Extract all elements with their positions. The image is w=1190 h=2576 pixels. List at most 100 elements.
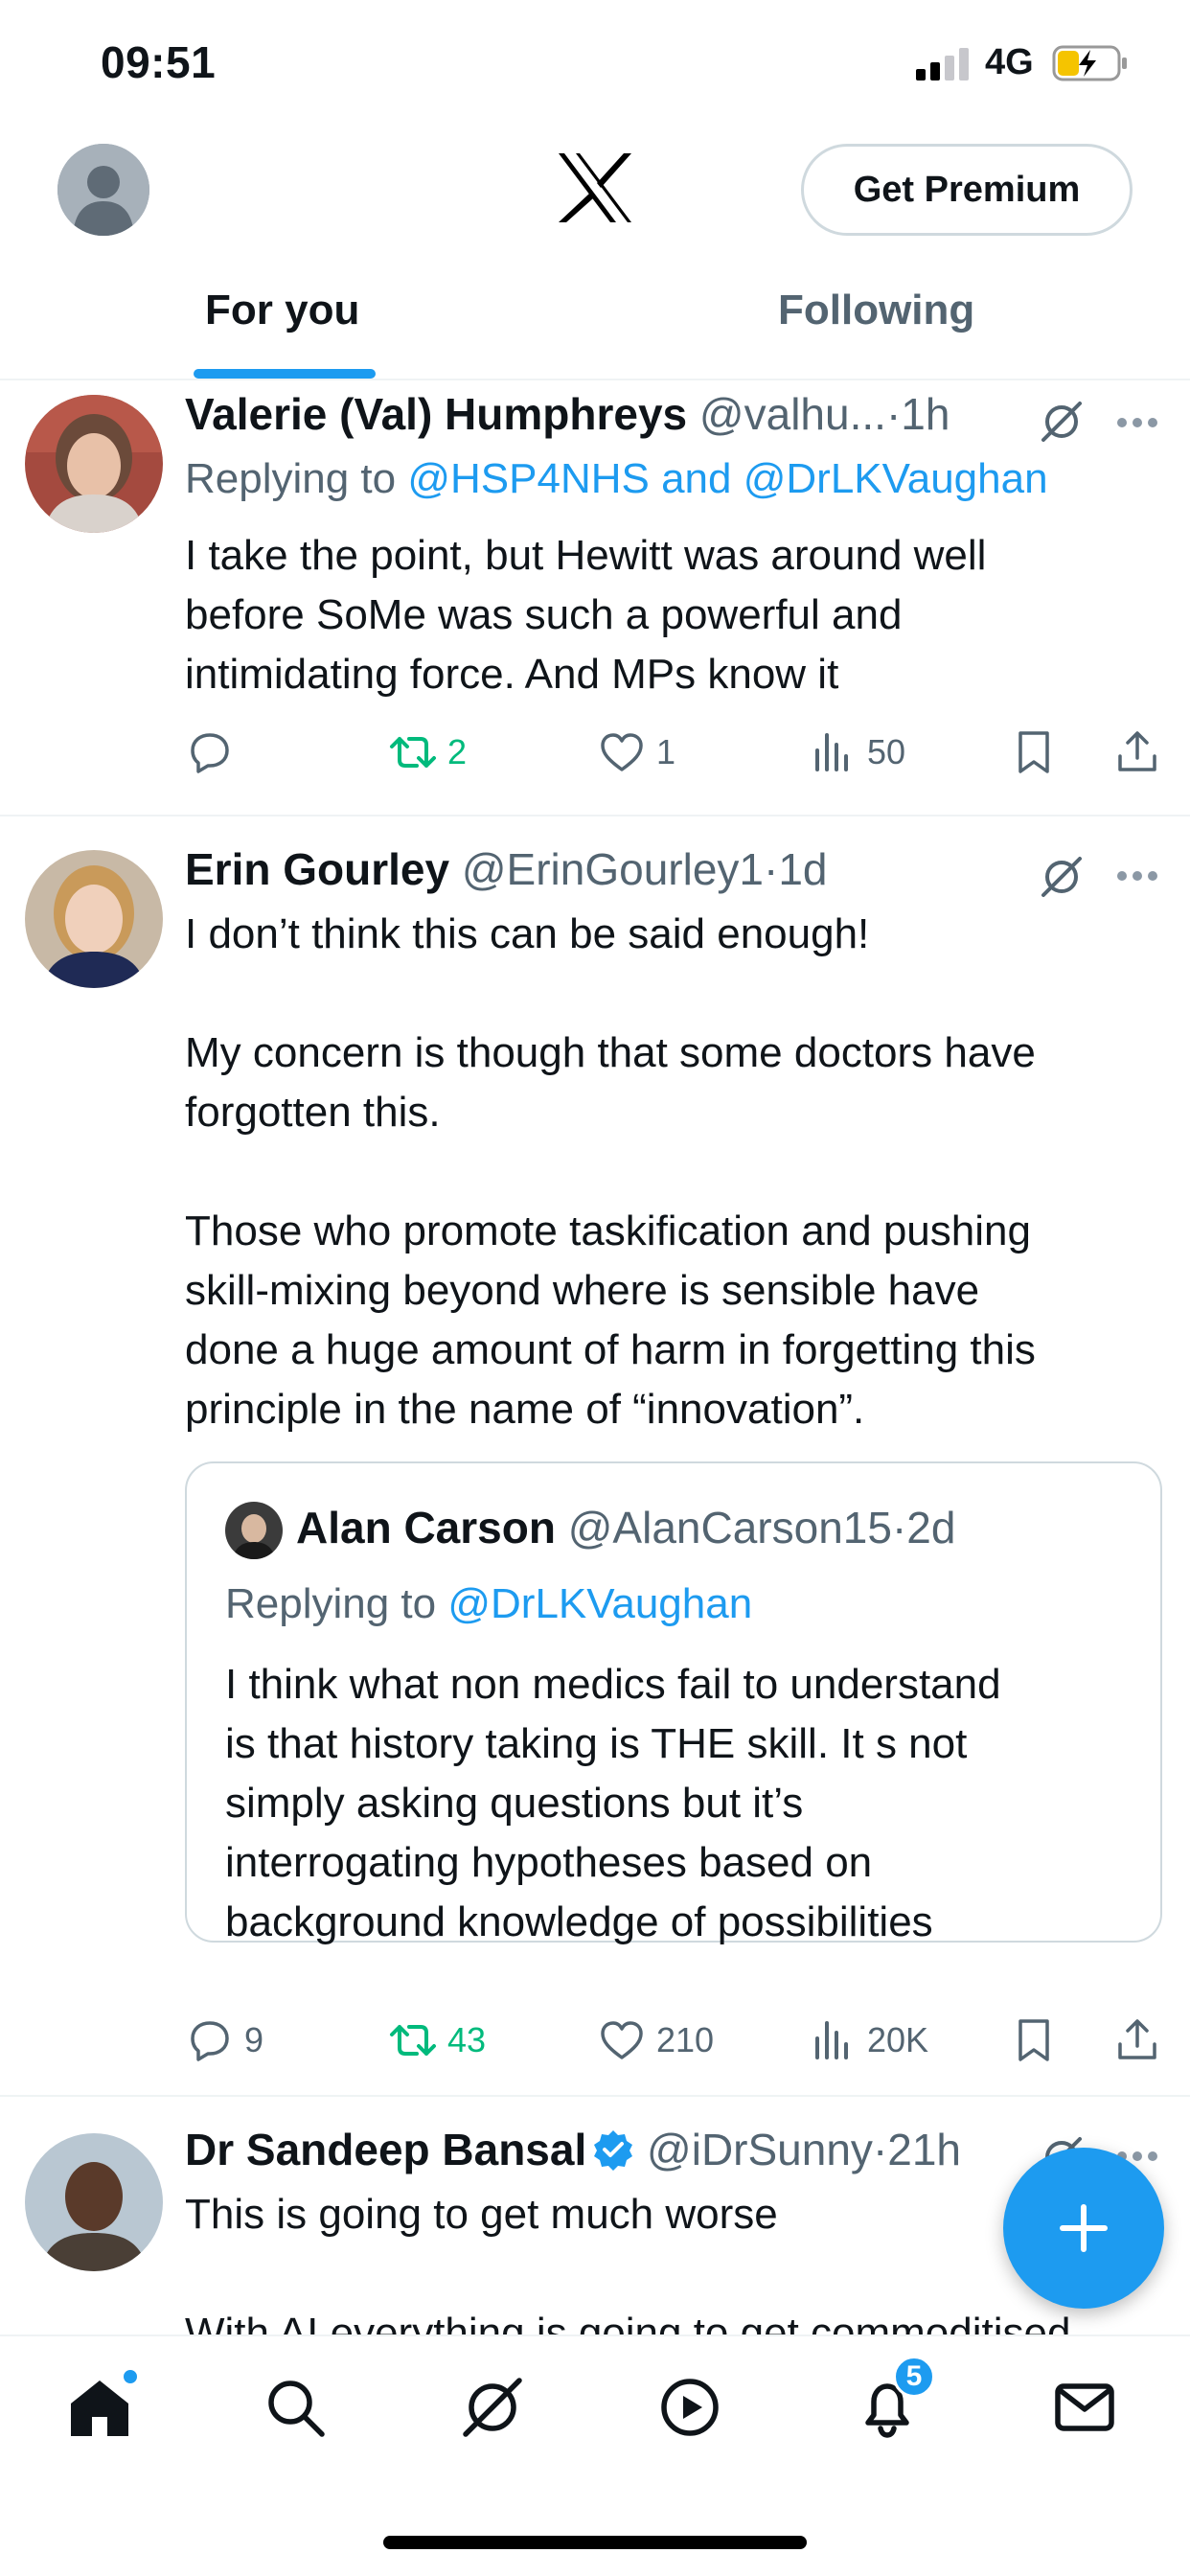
author-name[interactable]: Valerie (Val) Humphreys	[185, 389, 687, 439]
replying-to: Replying to @HSP4NHS and @DrLKVaughan	[185, 455, 1048, 503]
author-handle[interactable]: @valhu...	[699, 389, 886, 439]
views-count: 20K	[867, 2020, 929, 2059]
search-icon	[268, 2380, 325, 2437]
nav-messages[interactable]	[1050, 2373, 1127, 2450]
timeline-tabs: For you Following	[0, 273, 1190, 380]
avatar[interactable]	[25, 850, 163, 988]
avatar[interactable]	[225, 1502, 283, 1559]
quote-author-handle[interactable]: @AlanCarson15	[568, 1503, 892, 1552]
repost-button[interactable]: 43	[388, 2012, 486, 2069]
views-button[interactable]: 50	[808, 724, 905, 781]
repost-count: 2	[447, 732, 468, 771]
active-tab-indicator	[194, 369, 376, 379]
like-count: 1	[656, 732, 676, 771]
replying-to-handles[interactable]: @HSP4NHS and @DrLKVaughan	[407, 455, 1047, 502]
nav-notifications[interactable]: 5	[853, 2356, 935, 2450]
play-icon	[661, 2379, 719, 2436]
views-icon	[815, 2021, 848, 2059]
grok-icon[interactable]	[1038, 853, 1086, 901]
share-icon	[1118, 2019, 1156, 2059]
replying-to-label: Replying to	[185, 455, 408, 502]
author-handle[interactable]: @ErinGourley1	[462, 844, 764, 894]
quote-author-name[interactable]: Alan Carson	[296, 1503, 556, 1552]
like-button[interactable]: 210	[597, 2012, 714, 2069]
status-bar: 09:51 4G	[0, 0, 1190, 129]
nav-grok[interactable]	[458, 2373, 535, 2450]
heart-icon	[601, 2021, 643, 2059]
signal-icon	[916, 48, 969, 80]
quote-text: I think what non medics fail to understa…	[225, 1661, 1001, 1945]
separator: ·	[885, 389, 902, 439]
separator: ·	[891, 1503, 907, 1552]
plus-icon	[1060, 2204, 1108, 2252]
share-button[interactable]	[1112, 2012, 1162, 2069]
separator: ·	[872, 2125, 888, 2174]
repost-button[interactable]: 2	[388, 724, 467, 781]
replying-to: Replying to @DrLKVaughan	[225, 1580, 752, 1628]
get-premium-button[interactable]: Get Premium	[801, 144, 1133, 236]
tweet-time: 1h	[901, 389, 950, 439]
nav-videos[interactable]	[655, 2373, 732, 2450]
avatar[interactable]	[25, 395, 163, 533]
like-count: 210	[656, 2020, 715, 2059]
heart-icon	[601, 733, 643, 771]
like-button[interactable]: 1	[597, 724, 675, 781]
x-logo-icon	[559, 153, 631, 222]
grok-icon	[463, 2378, 522, 2437]
compose-tweet-button[interactable]	[1003, 2148, 1164, 2309]
tweet[interactable]: Valerie (Val) Humphreys @valhu...·1h Rep…	[0, 380, 1190, 816]
views-count: 50	[867, 732, 906, 771]
avatar[interactable]	[25, 2133, 163, 2271]
profile-avatar[interactable]	[57, 144, 149, 236]
mail-icon	[1055, 2383, 1114, 2431]
grok-icon[interactable]	[1038, 398, 1086, 446]
views-icon	[815, 733, 848, 771]
bookmark-button[interactable]	[1009, 724, 1059, 781]
tweet-header: Erin Gourley @ErinGourley1·1d	[185, 843, 828, 895]
reply-icon	[191, 2021, 229, 2061]
tab-for-you[interactable]: For you	[205, 287, 359, 334]
nav-search[interactable]	[261, 2373, 337, 2450]
tweet-text: I don’t think this can be said enough! M…	[185, 910, 1036, 1433]
reply-button[interactable]	[185, 724, 244, 781]
reply-count: 9	[244, 2020, 264, 2059]
share-button[interactable]	[1112, 724, 1162, 781]
tweet-header: Valerie (Val) Humphreys @valhu...·1h	[185, 388, 950, 440]
tweet-actions: 2 1 50	[185, 724, 1172, 781]
repost-icon	[390, 737, 436, 768]
views-button[interactable]: 20K	[808, 2012, 928, 2069]
more-options-icon[interactable]	[1116, 417, 1158, 428]
nav-home[interactable]	[65, 2367, 142, 2450]
status-time: 09:51	[101, 37, 217, 87]
replying-to-handles[interactable]: @DrLKVaughan	[447, 1580, 752, 1627]
quote-header: Alan Carson @AlanCarson15·2d	[296, 1502, 955, 1553]
home-indicator	[383, 2536, 807, 2549]
author-name[interactable]: Dr Sandeep Bansal	[185, 2125, 586, 2174]
share-icon	[1118, 731, 1156, 771]
bookmark-button[interactable]	[1009, 2012, 1059, 2069]
repost-icon	[390, 2025, 436, 2056]
home-unread-dot	[121, 2367, 140, 2386]
reply-button[interactable]: 9	[185, 2012, 263, 2069]
quote-time: 2d	[906, 1503, 956, 1552]
author-handle[interactable]: @iDrSunny	[647, 2125, 873, 2174]
bookmark-icon	[1018, 731, 1049, 773]
separator: ·	[764, 844, 779, 894]
bookmark-icon	[1018, 2019, 1049, 2061]
network-type: 4G	[985, 42, 1034, 82]
tweet[interactable]: Erin Gourley @ErinGourley1·1d I don’t th…	[0, 816, 1190, 2097]
tweet-actions: 9 43 210 20K	[185, 2012, 1172, 2069]
repost-count: 43	[447, 2020, 487, 2059]
author-name[interactable]: Erin Gourley	[185, 844, 449, 894]
tweet-time: 1d	[778, 844, 828, 894]
notification-count-badge: 5	[893, 2356, 935, 2398]
quoted-tweet[interactable]: Alan Carson @AlanCarson15·2d Replying to…	[185, 1461, 1162, 1945]
default-avatar-icon	[57, 144, 149, 236]
tweet-text: I take the point, but Hewitt was around …	[185, 532, 987, 698]
more-options-icon[interactable]	[1116, 870, 1158, 882]
tab-following[interactable]: Following	[778, 287, 974, 334]
replying-to-label: Replying to	[225, 1580, 448, 1627]
reply-icon	[191, 733, 229, 773]
verified-badge-icon	[594, 2130, 633, 2171]
tweet-time: 21h	[887, 2125, 962, 2174]
